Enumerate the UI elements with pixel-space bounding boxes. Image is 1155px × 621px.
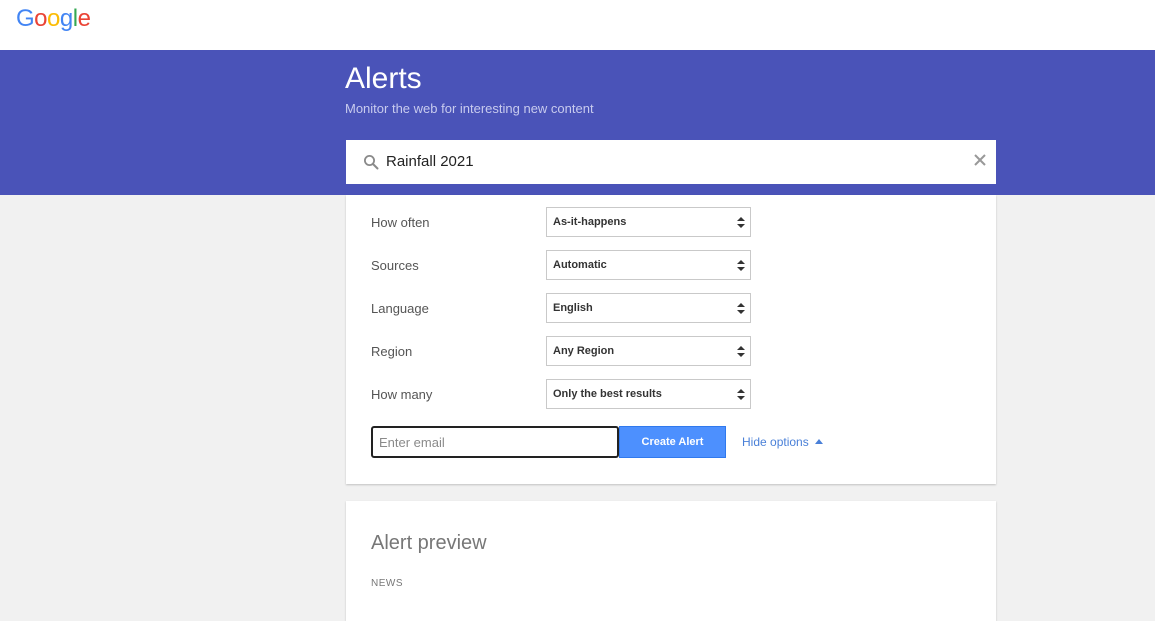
select-arrows-icon (737, 345, 745, 358)
alert-preview-panel: Alert preview NEWS (346, 501, 996, 621)
logo-letter: G (16, 5, 35, 32)
alert-search-box[interactable]: Rainfall 2021 (346, 140, 996, 184)
option-label-sources: Sources (371, 258, 419, 273)
create-alert-button[interactable]: Create Alert (619, 426, 726, 458)
region-select[interactable]: Any Region (546, 336, 751, 366)
hide-options-link[interactable]: Hide options (742, 434, 823, 450)
option-label-region: Region (371, 344, 413, 359)
preview-title: Alert preview (371, 532, 487, 554)
logo-letter: e (77, 5, 91, 32)
select-arrows-icon (737, 302, 745, 315)
search-icon (363, 154, 379, 170)
search-input[interactable]: Rainfall 2021 (386, 153, 474, 171)
how-often-select[interactable]: As-it-happens (546, 207, 751, 237)
select-value: Only the best results (553, 388, 662, 400)
preview-section-label: NEWS (371, 578, 403, 589)
select-arrows-icon (737, 216, 745, 229)
select-value: As-it-happens (553, 216, 627, 228)
top-bar: Google (0, 0, 1155, 50)
select-value: Any Region (553, 345, 615, 357)
option-label-how-many: How many (371, 387, 433, 402)
close-icon[interactable] (973, 153, 987, 167)
logo-letter: o (47, 5, 60, 32)
how-many-select[interactable]: Only the best results (546, 379, 751, 409)
sources-select[interactable]: Automatic (546, 250, 751, 280)
hide-options-label: Hide options (742, 435, 809, 449)
select-value: Automatic (553, 259, 607, 271)
select-value: English (553, 302, 593, 314)
alert-options-panel: How often As-it-happens Sources Automati… (346, 195, 996, 484)
logo-letter: o (34, 5, 48, 32)
select-arrows-icon (737, 259, 745, 272)
logo-letter: g (59, 5, 73, 32)
select-arrows-icon (737, 388, 745, 401)
page-subtitle: Monitor the web for interesting new cont… (345, 101, 594, 116)
language-select[interactable]: English (546, 293, 751, 323)
email-field[interactable] (371, 426, 619, 458)
page-title: Alerts (345, 62, 422, 95)
caret-up-icon (814, 439, 823, 444)
option-label-how-often: How often (371, 215, 430, 230)
google-logo[interactable]: Google (16, 4, 91, 34)
option-label-language: Language (371, 301, 429, 316)
